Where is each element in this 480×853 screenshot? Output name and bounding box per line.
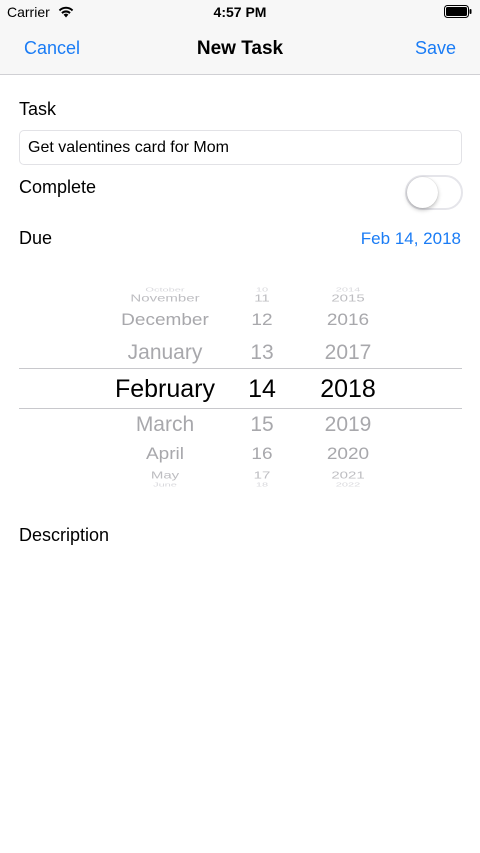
picker-day[interactable]: 15 [222, 413, 302, 437]
due-date-value[interactable]: Feb 14, 2018 [361, 229, 461, 249]
picker-day-faded: 18 [255, 482, 269, 488]
picker-year[interactable]: 2019 [298, 413, 398, 437]
description-label: Description [19, 525, 110, 545]
picker-day[interactable]: 17 [222, 470, 302, 482]
picker-day[interactable]: 11 [222, 293, 302, 305]
status-bar: Carrier 4:57 PM [0, 0, 480, 24]
due-label: Due [19, 228, 53, 248]
toggle-knob [407, 177, 438, 208]
page-title: New Task [196, 38, 284, 59]
picker-day[interactable]: 13 [222, 341, 302, 365]
date-picker[interactable]: October November December January Februa… [0, 280, 480, 490]
picker-selection-top-line [19, 368, 462, 369]
save-button[interactable]: Save [415, 38, 456, 59]
battery-icon [444, 5, 472, 18]
complete-toggle[interactable] [405, 175, 463, 210]
picker-year[interactable]: 2017 [298, 341, 398, 365]
task-label: Task [19, 99, 57, 119]
picker-selection-bottom-line [19, 408, 462, 409]
picker-year[interactable]: 2020 [298, 446, 398, 465]
complete-label: Complete [19, 177, 97, 197]
navigation-bar: Cancel New Task Save [0, 24, 480, 75]
picker-day[interactable]: 16 [222, 446, 302, 465]
status-time: 4:57 PM [213, 4, 267, 20]
picker-day-selected[interactable]: 14 [222, 375, 302, 404]
task-input[interactable] [19, 130, 462, 165]
picker-year-selected[interactable]: 2018 [298, 375, 398, 404]
picker-year[interactable]: 2015 [298, 293, 398, 305]
picker-year[interactable]: 2016 [298, 312, 398, 331]
picker-year-faded: 2022 [335, 482, 361, 488]
picker-day[interactable]: 12 [222, 312, 302, 331]
picker-year[interactable]: 2021 [298, 470, 398, 482]
